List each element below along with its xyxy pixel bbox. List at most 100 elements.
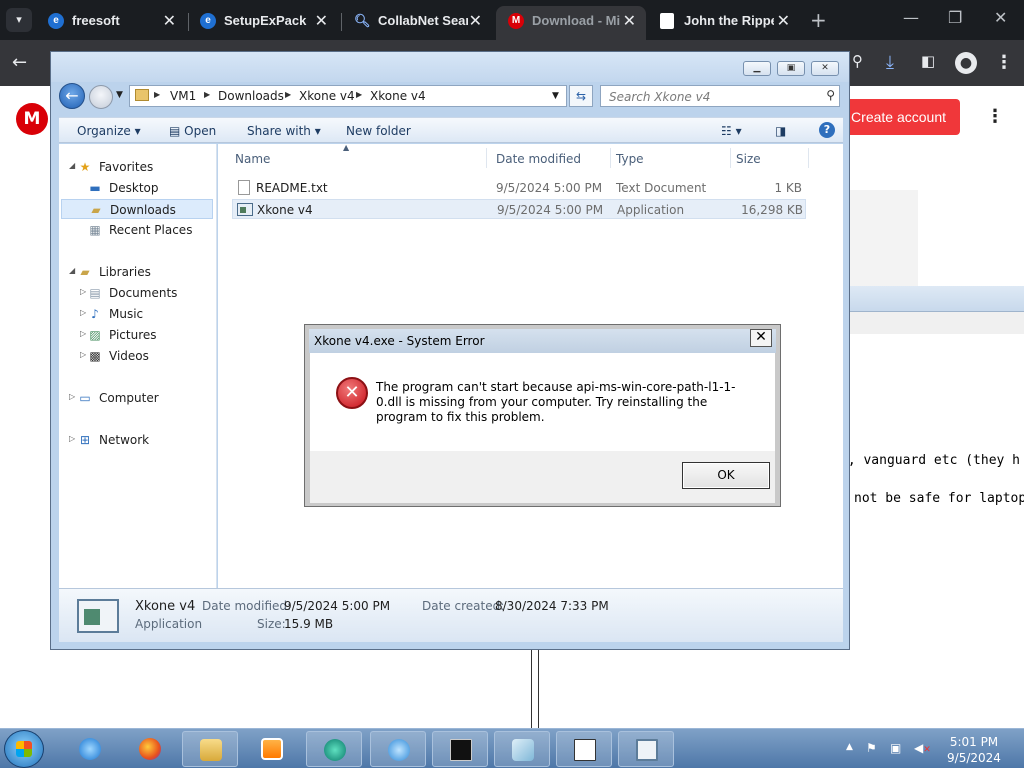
organize-button[interactable]: Organize ▾ [77,124,141,138]
tab-setupexpack[interactable]: e SetupExPack ✕ [188,6,338,40]
tab-close-icon[interactable]: ✕ [469,11,482,31]
expand-arrow-icon[interactable]: ▷ [80,329,86,338]
column-header-name[interactable]: Name [235,152,270,166]
taskbar-firefox[interactable] [122,731,178,767]
new-folder-button[interactable]: New folder [346,124,411,138]
clock[interactable]: 5:01 PM 9/5/2024 [936,734,1012,766]
network-tray-icon[interactable]: ▣ [890,741,901,755]
profile-avatar-icon[interactable]: ● [955,52,977,74]
breadcrumb-item[interactable]: Downloads [218,89,284,103]
documents-icon: ▤ [89,286,101,300]
file-size: 1 KB [774,181,802,195]
column-header-size[interactable]: Size [736,152,761,166]
nav-computer[interactable]: ▭ Computer [77,388,197,408]
volume-muted-icon[interactable]: ◀✕ [914,741,931,755]
nav-music[interactable]: ♪ Music [87,304,207,324]
create-account-button[interactable]: Create account [838,99,960,135]
nav-videos[interactable]: ▩ Videos [87,346,207,366]
side-panel-icon[interactable]: ◧ [921,52,935,70]
expand-arrow-icon[interactable]: ▷ [80,287,86,296]
download-icon[interactable]: ⤓ [886,52,894,73]
minimize-icon[interactable]: — [903,8,919,27]
mega-logo[interactable]: M [16,103,48,135]
taskbar-app-blue[interactable] [370,731,426,767]
nav-desktop[interactable]: ▬ Desktop [87,178,207,198]
collapse-arrow-icon[interactable]: ◢ [69,266,75,275]
tab-download-mega[interactable]: M Download - Mi ✕ [496,6,646,40]
nav-pictures[interactable]: ▨ Pictures [87,325,207,345]
tab-search-button[interactable]: ▾ [6,8,32,32]
column-header-date-modified[interactable]: Date modified [496,152,581,166]
nav-documents[interactable]: ▤ Documents [87,283,207,303]
nav-favorites[interactable]: ★ Favorites [77,157,197,177]
address-bar[interactable]: ▶ VM1 ▶ Downloads ▶ Xkone v4 ▶ Xkone v4 … [129,85,567,107]
media-player-icon [261,738,283,760]
nav-libraries[interactable]: ▰ Libraries [77,262,197,282]
share-with-button[interactable]: Share with ▾ [247,124,321,138]
nav-network[interactable]: ⊞ Network [77,430,197,450]
collapse-arrow-icon[interactable]: ◢ [69,161,75,170]
view-options-icon[interactable]: ☷ ▾ [721,124,742,138]
tab-close-icon[interactable]: ✕ [163,11,176,31]
browser-menu-icon[interactable]: ⋮ [995,52,1013,73]
preview-pane-icon[interactable]: ◨ [775,124,786,138]
taskbar-xkone-app[interactable] [618,731,674,767]
search-input[interactable]: Search Xkone v4 ⚲ [600,85,840,107]
nav-recent-places[interactable]: ▦ Recent Places [87,220,207,240]
column-divider[interactable] [730,148,731,168]
close-icon[interactable]: ✕ [811,61,839,76]
column-divider[interactable] [486,148,487,168]
new-tab-button[interactable]: + [810,8,827,32]
page-menu-icon[interactable]: ⋮ [986,106,1004,127]
help-icon[interactable]: ? [819,122,835,138]
taskbar-file-explorer[interactable] [182,731,238,767]
tab-collabnet[interactable]: 🔍︎ CollabNet Sear ✕ [342,6,492,40]
open-button[interactable]: ▤ Open [169,124,216,138]
taskbar-app-globe[interactable] [306,731,362,767]
expand-arrow-icon[interactable]: ▷ [80,308,86,317]
recent-pages-dropdown[interactable]: ▼ [116,90,123,100]
nav-downloads[interactable]: ▰ Downloads [61,199,213,219]
taskbar-internet-explorer[interactable] [62,731,118,767]
show-hidden-icons[interactable]: ▲ [846,742,853,752]
tab-close-icon[interactable]: ✕ [777,11,790,31]
expand-arrow-icon[interactable]: ▷ [69,392,75,401]
column-header-type[interactable]: Type [616,152,644,166]
tab-close-icon[interactable]: ✕ [315,11,328,31]
taskbar-media-player[interactable] [244,731,300,767]
back-button[interactable]: ← [59,83,85,109]
minimize-icon[interactable]: ▁ [743,61,771,76]
tab-title: Download - Mi [532,13,621,28]
file-row[interactable]: README.txt 9/5/2024 5:00 PM Text Documen… [232,178,806,198]
start-button[interactable] [4,730,44,768]
maximize-icon[interactable]: ▣ [777,61,805,76]
expand-arrow-icon[interactable]: ▷ [69,434,75,443]
breadcrumb-item[interactable]: Xkone v4 [370,89,426,103]
file-type: Application [617,203,685,217]
ok-button[interactable]: OK [682,462,770,489]
file-row-selected[interactable]: Xkone v4 9/5/2024 5:00 PM Application 16… [232,199,806,219]
taskbar-notepad[interactable] [494,731,550,767]
taskbar-command-prompt[interactable] [432,731,488,767]
back-arrow-icon[interactable]: ← [12,52,27,73]
tab-freesoft[interactable]: e freesoft ✕ [36,6,186,40]
pictures-icon: ▨ [89,328,101,342]
extensions-icon[interactable]: ⚲ [852,52,863,70]
column-divider[interactable] [808,148,809,168]
dialog-close-button[interactable]: ✕ [750,329,772,347]
breadcrumb-item[interactable]: VM1 [170,89,196,103]
chevron-down-icon[interactable]: ▼ [552,91,559,101]
taskbar-text-editor[interactable] [556,731,612,767]
tab-close-icon[interactable]: ✕ [623,11,636,31]
app-icon [388,739,410,761]
refresh-button[interactable]: ⇆ [569,85,593,107]
breadcrumb-item[interactable]: Xkone v4 [299,89,355,103]
background-text-line: not be safe for laptop [854,491,1024,506]
expand-arrow-icon[interactable]: ▷ [80,350,86,359]
maximize-icon[interactable]: ❐ [948,8,962,27]
close-window-icon[interactable]: ✕ [994,8,1007,27]
column-divider[interactable] [610,148,611,168]
forward-button[interactable] [89,85,113,109]
flag-icon[interactable]: ⚑ [866,741,877,755]
tab-john-the-ripper[interactable]: John the Rippe ✕ [648,6,800,40]
